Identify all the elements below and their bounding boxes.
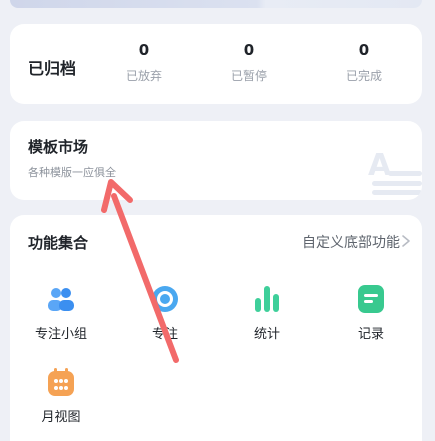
stat-paused-label: 已暂停 xyxy=(230,69,267,83)
chevron-right-icon[interactable] xyxy=(400,234,412,248)
stat-completed-label: 已完成 xyxy=(345,69,382,83)
template-market-subtitle: 各种模版一应俱全 xyxy=(28,166,116,179)
template-text-icon: A xyxy=(368,148,422,195)
function-item-label: 统计 xyxy=(253,327,280,342)
top-banner-edge xyxy=(10,0,422,8)
stat-completed-count: 0 xyxy=(358,41,370,59)
group-icon xyxy=(46,284,76,314)
template-market-title: 模板市场 xyxy=(28,138,89,156)
function-item-records[interactable]: 记录 xyxy=(331,284,411,342)
bar-chart-icon xyxy=(252,284,282,314)
stat-paused[interactable]: 0 已暂停 xyxy=(209,41,289,84)
focus-ring-icon xyxy=(150,284,180,314)
stat-paused-count: 0 xyxy=(243,41,255,59)
archived-card[interactable]: 已归档 0 已放弃 0 已暂停 0 已完成 xyxy=(10,24,422,104)
function-item-stats[interactable]: 统计 xyxy=(227,284,307,342)
function-item-label: 月视图 xyxy=(41,410,81,425)
function-item-focus-group[interactable]: 专注小组 xyxy=(21,284,101,342)
template-market-card[interactable]: 模板市场 各种模版一应俱全 A xyxy=(10,121,422,200)
stat-completed[interactable]: 0 已完成 xyxy=(324,41,404,84)
note-icon xyxy=(356,284,386,314)
function-item-month-view[interactable]: 月视图 xyxy=(21,367,101,425)
function-set-title: 功能集合 xyxy=(28,234,89,252)
function-item-focus[interactable]: 专注 xyxy=(125,284,205,342)
stat-abandoned-count: 0 xyxy=(138,41,150,59)
archived-title: 已归档 xyxy=(28,59,77,78)
function-item-label: 专注小组 xyxy=(34,327,87,342)
function-item-label: 记录 xyxy=(357,327,384,342)
function-set-card: 功能集合 自定义底部功能 专注小组 专注 统计 记录 月视图 xyxy=(10,215,422,441)
function-item-label: 专注 xyxy=(151,327,178,342)
svg-text:A: A xyxy=(368,148,392,183)
stat-abandoned-label: 已放弃 xyxy=(125,69,162,83)
customize-bottom-button[interactable]: 自定义底部功能 xyxy=(302,232,400,252)
calendar-icon xyxy=(46,367,76,397)
stat-abandoned[interactable]: 0 已放弃 xyxy=(104,41,184,84)
